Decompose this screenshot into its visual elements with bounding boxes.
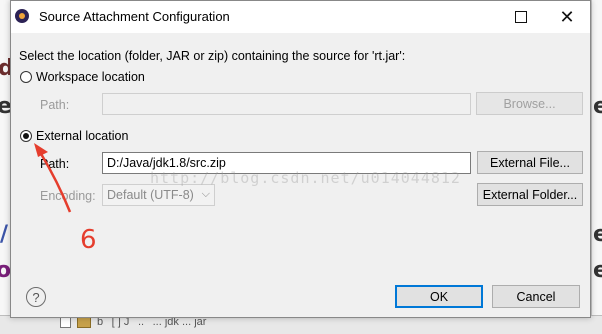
external-location-radio[interactable] bbox=[20, 130, 32, 142]
external-file-button[interactable]: External File... bbox=[477, 151, 583, 174]
encoding-label: Encoding: bbox=[40, 189, 96, 203]
encoding-value: Default (UTF-8) bbox=[107, 188, 194, 202]
help-button[interactable]: ? bbox=[26, 287, 46, 307]
close-icon: ✕ bbox=[559, 6, 575, 28]
cancel-button[interactable]: Cancel bbox=[492, 285, 580, 308]
chevron-down-icon: ⌵ bbox=[201, 187, 210, 200]
background-glyph: e bbox=[593, 258, 602, 283]
background-window-right bbox=[591, 0, 602, 333]
background-glyph: / bbox=[0, 222, 9, 247]
workspace-location-radio[interactable] bbox=[20, 71, 32, 83]
background-glyph: e bbox=[593, 222, 602, 247]
maximize-icon bbox=[515, 11, 527, 23]
instruction-text: Select the location (folder, JAR or zip)… bbox=[19, 49, 406, 63]
title-bar: Source Attachment Configuration ✕ bbox=[11, 1, 590, 33]
workspace-path-input[interactable] bbox=[102, 93, 471, 115]
tree-expand-icon bbox=[60, 316, 71, 328]
close-button[interactable]: ✕ bbox=[544, 1, 590, 33]
external-path-label: Path: bbox=[40, 157, 70, 171]
watermark-text: http://blog.csdn.net/u014044812 bbox=[150, 169, 461, 187]
external-location-label[interactable]: External location bbox=[36, 129, 128, 143]
dialog-title: Source Attachment Configuration bbox=[39, 9, 230, 24]
workspace-path-label: Path: bbox=[40, 98, 70, 112]
encoding-select[interactable]: Default (UTF-8) ⌵ bbox=[102, 184, 215, 206]
workspace-location-label[interactable]: Workspace location bbox=[36, 70, 145, 84]
eclipse-icon bbox=[15, 9, 29, 23]
help-icon: ? bbox=[32, 289, 40, 305]
browse-button[interactable]: Browse... bbox=[476, 92, 583, 115]
annotation-number: 6 bbox=[80, 225, 97, 255]
source-attachment-dialog: Source Attachment Configuration ✕ Select… bbox=[10, 0, 591, 318]
ok-button[interactable]: OK bbox=[395, 285, 483, 308]
maximize-button[interactable] bbox=[498, 1, 544, 33]
background-glyph: e bbox=[593, 94, 602, 119]
external-folder-button[interactable]: External Folder... bbox=[477, 183, 583, 206]
